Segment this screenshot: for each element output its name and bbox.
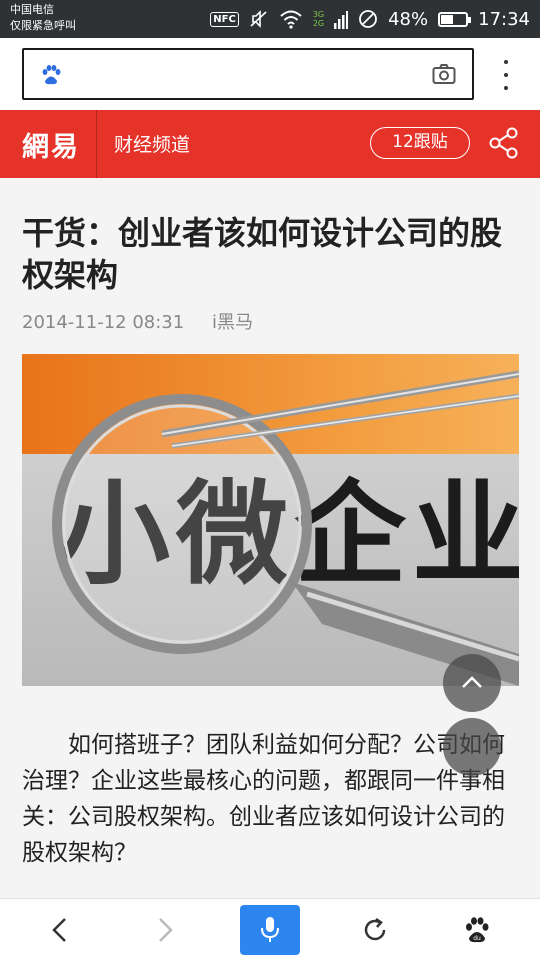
article-date: 2014-11-12 08:31 <box>22 312 185 333</box>
header-divider <box>96 110 97 178</box>
forward-icon <box>159 918 173 942</box>
site-header: 網易 财经频道 12跟贴 <box>0 110 540 178</box>
magnifier-illustration <box>52 370 519 686</box>
network-3g-label: 3G <box>312 10 325 19</box>
no-sim-icon <box>359 10 378 28</box>
carrier-name: 中国电信 <box>10 3 54 16</box>
browser-bottom-bar: du <box>0 898 540 961</box>
nfc-icon: NFC <box>210 11 239 27</box>
camera-icon[interactable] <box>432 63 456 85</box>
scroll-up-icon <box>462 676 482 688</box>
floating-action-button[interactable] <box>443 718 501 776</box>
battery-fill <box>441 14 453 24</box>
scroll-to-top-button[interactable] <box>443 654 501 712</box>
mic-icon <box>261 917 279 942</box>
baidu-home-button[interactable]: du <box>452 899 502 961</box>
article-title: 干货：创业者该如何设计公司的股权架构 <box>22 214 503 294</box>
share-icon[interactable] <box>488 127 520 159</box>
wifi-icon <box>280 10 302 29</box>
address-bar[interactable] <box>22 48 474 100</box>
battery-percent: 48% <box>388 8 429 30</box>
netease-logo[interactable]: 網易 <box>22 125 80 164</box>
article-meta: 2014-11-12 08:31 i黑马 <box>22 308 253 334</box>
clock: 17:34 <box>478 8 530 30</box>
status-icons: NFC 3G 2G 48% 17:34 <box>210 0 530 38</box>
article-image[interactable]: 小微企业 <box>22 354 519 686</box>
forward-button[interactable] <box>140 899 190 961</box>
follow-count-button[interactable]: 12跟贴 <box>370 127 470 159</box>
mute-icon <box>250 10 267 28</box>
back-button[interactable] <box>35 899 85 961</box>
status-bar: 中国电信 仅限紧急呼叫 NFC 3G 2G 48% 17:34 <box>0 0 540 38</box>
carrier-info: 中国电信 仅限紧急呼叫 <box>10 2 76 34</box>
browser-toolbar <box>0 38 540 110</box>
battery-icon <box>438 11 472 27</box>
back-icon <box>52 918 66 942</box>
baidu-paw-icon[interactable] <box>40 64 62 86</box>
baidu-paw-icon: du <box>466 917 489 943</box>
network-2g-label: 2G <box>312 19 325 28</box>
voice-search-button[interactable] <box>240 905 300 955</box>
refresh-icon <box>364 917 386 941</box>
signal-icon <box>334 11 349 29</box>
network-type: 3G 2G <box>313 10 324 28</box>
article-author[interactable]: i黑马 <box>212 312 253 333</box>
channel-title[interactable]: 财经频道 <box>114 130 190 157</box>
svg-text:du: du <box>473 935 481 942</box>
more-vert-icon[interactable] <box>498 60 514 90</box>
refresh-button[interactable] <box>350 899 400 961</box>
emergency-label: 仅限紧急呼叫 <box>10 19 76 32</box>
